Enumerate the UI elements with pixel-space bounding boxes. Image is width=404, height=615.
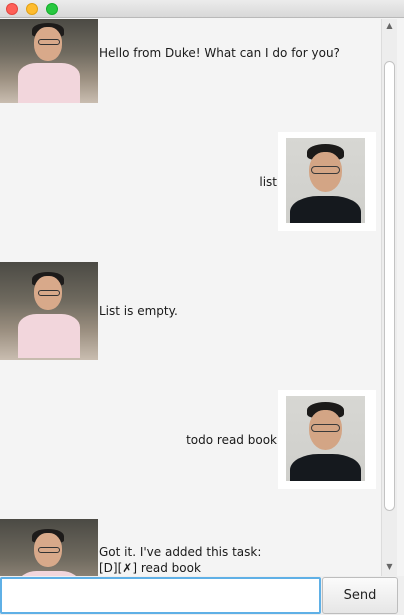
user-input-field[interactable] — [0, 577, 321, 614]
duke-dialog: List is empty. — [0, 262, 381, 360]
user-avatar — [278, 132, 376, 231]
duke-dialog: Got it. I've added this task: [D][✗] rea… — [0, 519, 381, 576]
duke-message-text: Got it. I've added this task: [D][✗] rea… — [99, 545, 262, 575]
duke-message-text: List is empty. — [99, 304, 178, 318]
window-titlebar — [0, 0, 404, 18]
maximize-window-button[interactable] — [46, 3, 58, 15]
user-message-text: list — [259, 175, 277, 189]
scroll-down-icon[interactable]: ▼ — [382, 560, 397, 574]
user-message-text: todo read book — [186, 433, 277, 447]
vertical-scrollbar[interactable]: ▲ ▼ — [381, 19, 397, 576]
window-edge — [397, 19, 404, 576]
duke-dialog: Hello from Duke! What can I do for you? — [0, 19, 381, 103]
user-avatar — [278, 390, 376, 489]
duke-avatar — [0, 19, 98, 103]
close-window-button[interactable] — [6, 3, 18, 15]
duke-message-text: Hello from Duke! What can I do for you? — [99, 46, 340, 60]
user-dialog: list — [0, 132, 381, 231]
duke-avatar — [0, 519, 98, 576]
minimize-window-button[interactable] — [26, 3, 38, 15]
send-button[interactable]: Send — [322, 577, 398, 614]
scroll-thumb[interactable] — [384, 61, 395, 511]
scroll-up-icon[interactable]: ▲ — [382, 19, 397, 33]
dialog-container[interactable]: Hello from Duke! What can I do for you? … — [0, 19, 381, 576]
duke-avatar — [0, 262, 98, 360]
user-dialog: todo read book — [0, 390, 381, 489]
input-bar: Send — [0, 576, 404, 615]
